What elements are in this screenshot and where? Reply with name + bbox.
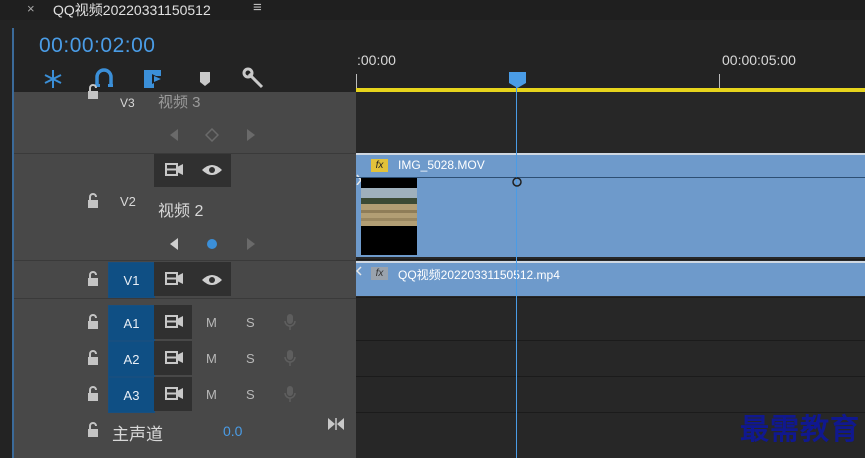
toggle-sync-lock-icon[interactable] bbox=[164, 350, 184, 371]
track-divider bbox=[356, 376, 865, 377]
track-id-a1: A1 bbox=[123, 316, 140, 331]
settings-wrench-icon[interactable] bbox=[241, 66, 267, 92]
track-header-divider bbox=[14, 298, 356, 299]
track-divider bbox=[356, 340, 865, 341]
panel-menu-icon[interactable]: ≡ bbox=[253, 0, 262, 16]
prev-keyframe-icon[interactable] bbox=[168, 128, 180, 147]
clip-name-v1: QQ视频20220331150512.mp4 bbox=[398, 268, 560, 282]
lock-icon[interactable] bbox=[86, 271, 100, 287]
playhead-handle[interactable] bbox=[508, 71, 527, 89]
mute-button[interactable]: M bbox=[206, 315, 217, 330]
clip-thumbnail-image bbox=[361, 188, 417, 226]
track-name-v3[interactable]: 视频 3 bbox=[158, 91, 201, 112]
track-id-v3: V3 bbox=[120, 96, 135, 110]
lock-icon[interactable] bbox=[86, 193, 100, 209]
ruler-label-5s: 00:00:05:00 bbox=[722, 52, 796, 68]
source-patch-a2[interactable]: A2 bbox=[108, 341, 155, 377]
source-patch-a3[interactable]: A3 bbox=[108, 377, 155, 413]
ruler-tick bbox=[356, 74, 357, 88]
playhead-line[interactable] bbox=[516, 86, 517, 458]
mute-button[interactable]: M bbox=[206, 387, 217, 402]
fx-badge[interactable]: fx bbox=[371, 159, 388, 172]
track-id-a3: A3 bbox=[123, 388, 140, 403]
toggle-sync-lock-icon[interactable] bbox=[164, 271, 184, 292]
toggle-sync-lock-icon[interactable] bbox=[164, 314, 184, 335]
fx-badge[interactable]: fx bbox=[371, 267, 388, 280]
marker-icon[interactable] bbox=[192, 66, 218, 92]
next-keyframe-icon[interactable] bbox=[245, 237, 257, 256]
toggle-track-output-eye-icon[interactable] bbox=[201, 273, 223, 292]
timeline-toolbar bbox=[40, 66, 280, 92]
go-to-in-out-icon[interactable] bbox=[327, 417, 345, 436]
track-header-divider bbox=[14, 260, 356, 261]
source-patch-v1[interactable]: V1 bbox=[108, 262, 155, 298]
track-divider bbox=[356, 259, 865, 260]
solo-button[interactable]: S bbox=[246, 387, 255, 402]
clip-start-notch-icon bbox=[355, 263, 364, 281]
voice-over-record-icon[interactable] bbox=[284, 313, 296, 336]
track-name-v2[interactable]: 视频 2 bbox=[158, 197, 203, 221]
watermark-logo: 最需教育 bbox=[740, 412, 861, 446]
add-marker-icon[interactable] bbox=[141, 66, 167, 92]
sequence-title[interactable]: QQ视频20220331150512 bbox=[53, 0, 211, 20]
opacity-rubber-band[interactable] bbox=[356, 177, 865, 178]
master-track-name: 主声道 bbox=[112, 425, 163, 444]
clip-name-v2: IMG_5028.MOV bbox=[398, 158, 485, 172]
track-id-a2: A2 bbox=[123, 352, 140, 367]
toggle-sync-lock-icon[interactable] bbox=[164, 162, 184, 183]
prev-keyframe-icon[interactable] bbox=[168, 237, 180, 256]
snap-icon[interactable] bbox=[40, 66, 66, 92]
lock-icon[interactable] bbox=[86, 422, 100, 438]
track-divider bbox=[356, 297, 865, 298]
ruler-label-start: :00:00 bbox=[357, 52, 396, 68]
add-keyframe-icon[interactable] bbox=[205, 237, 219, 256]
toggle-track-output-eye-icon[interactable] bbox=[201, 163, 223, 182]
master-volume-value[interactable]: 0.0 bbox=[223, 423, 242, 439]
add-keyframe-icon[interactable] bbox=[204, 127, 220, 147]
keyframe-marker[interactable] bbox=[512, 174, 522, 192]
solo-button[interactable]: S bbox=[246, 315, 255, 330]
solo-button[interactable]: S bbox=[246, 351, 255, 366]
voice-over-record-icon[interactable] bbox=[284, 385, 296, 408]
lock-icon[interactable] bbox=[86, 386, 100, 402]
lock-icon[interactable] bbox=[86, 314, 100, 330]
track-id-v1: V1 bbox=[123, 273, 140, 288]
lock-icon[interactable] bbox=[86, 350, 100, 366]
next-keyframe-icon[interactable] bbox=[245, 128, 257, 147]
voice-over-record-icon[interactable] bbox=[284, 349, 296, 372]
source-patch-a1[interactable]: A1 bbox=[108, 305, 155, 341]
ruler-tick bbox=[719, 74, 720, 88]
toggle-sync-lock-icon[interactable] bbox=[164, 386, 184, 407]
track-id-v2: V2 bbox=[120, 194, 136, 209]
playhead-timecode[interactable]: 00:00:02:00 bbox=[39, 34, 155, 58]
mute-button[interactable]: M bbox=[206, 351, 217, 366]
lock-icon[interactable] bbox=[86, 84, 100, 100]
close-panel-button[interactable]: × bbox=[27, 1, 35, 16]
